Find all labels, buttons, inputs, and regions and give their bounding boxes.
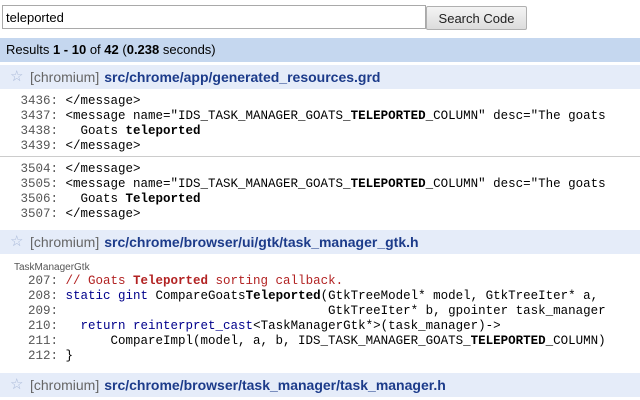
file-path-link[interactable]: src/chrome/browser/task_manager/task_man… bbox=[104, 377, 446, 393]
star-icon[interactable]: ☆ bbox=[10, 65, 26, 89]
code-token: <message name="IDS_TASK_MANAGER_GOATS_ bbox=[65, 177, 351, 191]
line-number[interactable]: 3439: bbox=[0, 139, 58, 154]
code-line: 212: } bbox=[0, 349, 640, 364]
code-token: </message> bbox=[65, 207, 141, 221]
line-number[interactable]: 211: bbox=[0, 334, 58, 349]
search-input[interactable] bbox=[2, 5, 426, 29]
code-token: </message> bbox=[65, 162, 141, 176]
code-line: 211: CompareImpl(model, a, b, IDS_TASK_M… bbox=[0, 334, 640, 349]
results-summary: Results 1 - 10 of 42 (0.238 seconds) bbox=[0, 38, 640, 62]
code-token: // Goats bbox=[65, 274, 134, 288]
code-token: TELEPORTED bbox=[350, 109, 426, 123]
search-bar: Search Code bbox=[0, 0, 640, 36]
code-token: Teleported bbox=[125, 192, 201, 206]
code-line: 208: static gint CompareGoatsTeleported(… bbox=[0, 289, 640, 304]
code-token: TELEPORTED bbox=[470, 334, 546, 348]
code-line: 3505: <message name="IDS_TASK_MANAGER_GO… bbox=[0, 177, 640, 192]
line-number[interactable]: 3507: bbox=[0, 207, 58, 222]
snippet-divider bbox=[0, 156, 640, 157]
code-token: <message name="IDS_TASK_MANAGER_GOATS_ bbox=[65, 109, 351, 123]
project-label: [chromium] bbox=[30, 69, 100, 85]
search-code-button[interactable]: Search Code bbox=[426, 6, 527, 30]
results-total: 42 bbox=[104, 42, 119, 57]
line-number[interactable]: 3437: bbox=[0, 109, 58, 124]
code-token: Goats bbox=[65, 192, 126, 206]
star-icon[interactable]: ☆ bbox=[10, 230, 26, 254]
line-number[interactable]: 207: bbox=[0, 274, 58, 289]
code-token: sorting callback. bbox=[208, 274, 344, 288]
result-file-header: ☆ [chromium] src/chrome/browser/ui/gtk/tas… bbox=[0, 230, 640, 254]
code-token: teleported bbox=[125, 124, 201, 138]
result-file-header: ☆ [chromium] src/chrome/app/generated_reso… bbox=[0, 65, 640, 89]
results-prefix: Results bbox=[6, 42, 53, 57]
code-line: 3436: </message> bbox=[0, 94, 640, 109]
result-file-header: ☆ [chromium] src/chrome/browser/task_manag… bbox=[0, 373, 640, 397]
code-token: </message> bbox=[65, 94, 141, 108]
code-snippet: 3436: </message> 3437: <message name="IDS… bbox=[0, 94, 640, 154]
code-token: return reinterpret_cast bbox=[80, 319, 254, 333]
code-token: (GtkTreeModel* model, GtkTreeIter* a, bbox=[320, 289, 599, 303]
line-number[interactable]: 3505: bbox=[0, 177, 58, 192]
code-line: 3439: </message> bbox=[0, 139, 640, 154]
line-number[interactable]: 212: bbox=[0, 349, 58, 364]
code-line: 209: GtkTreeIter* b, gpointer task_manag… bbox=[0, 304, 640, 319]
code-token: GtkTreeIter* b, gpointer task_manager bbox=[65, 304, 606, 318]
line-number[interactable]: 3438: bbox=[0, 124, 58, 139]
line-number[interactable]: 3436: bbox=[0, 94, 58, 109]
code-snippet: 207: // Goats Teleported sorting callbac… bbox=[0, 274, 640, 364]
project-label: [chromium] bbox=[30, 234, 100, 250]
file-path-link[interactable]: src/chrome/browser/ui/gtk/task_manager_g… bbox=[104, 234, 418, 250]
project-label: [chromium] bbox=[30, 377, 100, 393]
code-line: 3507: </message> bbox=[0, 207, 640, 222]
code-token: Teleported bbox=[133, 274, 209, 288]
line-number[interactable]: 3504: bbox=[0, 162, 58, 177]
results-time-open: ( bbox=[118, 42, 127, 57]
code-token: _COLUMN) bbox=[545, 334, 606, 348]
code-token: <TaskManagerGtk*>(task_manager)-> bbox=[253, 319, 501, 333]
code-token: TELEPORTED bbox=[350, 177, 426, 191]
code-token: } bbox=[65, 349, 74, 363]
file-path-link[interactable]: src/chrome/app/generated_resources.grd bbox=[104, 69, 380, 85]
code-token: CompareImpl(model, a, b, IDS_TASK_MANAGE… bbox=[65, 334, 471, 348]
code-token: CompareGoats bbox=[148, 289, 246, 303]
results-time: 0.238 bbox=[126, 42, 160, 57]
code-token: Goats bbox=[65, 124, 126, 138]
results-of: of bbox=[86, 42, 105, 57]
code-line: 3437: <message name="IDS_TASK_MANAGER_GO… bbox=[0, 109, 640, 124]
code-line: 207: // Goats Teleported sorting callbac… bbox=[0, 274, 640, 289]
line-number[interactable]: 209: bbox=[0, 304, 58, 319]
results-range: 1 - 10 bbox=[52, 42, 87, 57]
results-time-close: seconds) bbox=[159, 42, 216, 57]
line-number[interactable]: 210: bbox=[0, 319, 58, 334]
code-line: 210: return reinterpret_cast<TaskManager… bbox=[0, 319, 640, 334]
context-label: TaskManagerGtk bbox=[14, 262, 90, 273]
code-line: 3438: Goats teleported bbox=[0, 124, 640, 139]
star-icon[interactable]: ☆ bbox=[10, 373, 26, 397]
code-token: static gint bbox=[65, 289, 149, 303]
code-line: 3504: </message> bbox=[0, 162, 640, 177]
code-token: Teleported bbox=[245, 289, 321, 303]
code-token: _COLUMN" desc="The goats bbox=[425, 177, 606, 191]
line-number[interactable]: 208: bbox=[0, 289, 58, 304]
code-token: </message> bbox=[65, 139, 141, 153]
code-token: _COLUMN" desc="The goats bbox=[425, 109, 606, 123]
code-snippet: 3504: </message> 3505: <message name="IDS… bbox=[0, 162, 640, 222]
code-line: 3506: Goats Teleported bbox=[0, 192, 640, 207]
line-number[interactable]: 3506: bbox=[0, 192, 58, 207]
